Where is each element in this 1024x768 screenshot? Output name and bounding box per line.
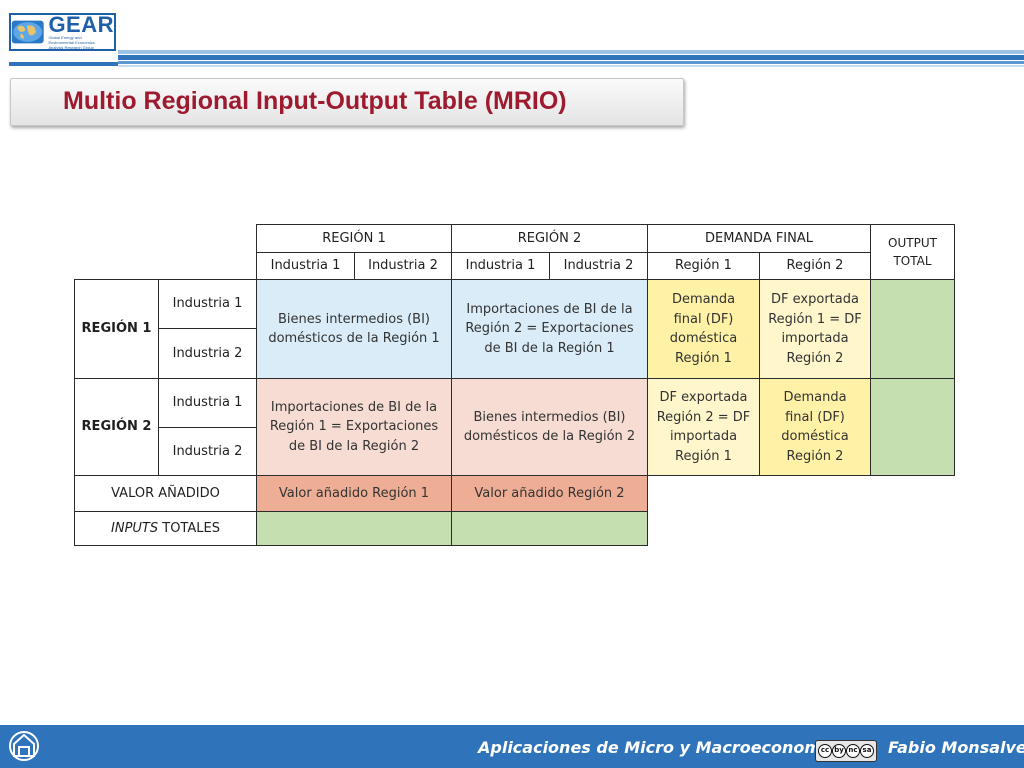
cell-inputs-total-r1 <box>256 511 452 546</box>
row-header-inputs-totales: INPUTS TOTALES <box>74 511 257 546</box>
cell-df-exported-r1: DF exportada Región 1 = DF importada Reg… <box>759 279 871 379</box>
row-header-region2: REGIÓN 2 <box>74 378 159 476</box>
inputs-label-italic: INPUTS <box>111 520 159 536</box>
globe-icon <box>11 20 44 44</box>
footer-course-name: Aplicaciones de Micro y Macroeconomía <box>478 738 838 757</box>
col-header-r1-industria-1: Industria 1 <box>256 252 355 280</box>
cell-output-total-r1 <box>870 279 955 379</box>
cell-inputs-total-r2 <box>451 511 648 546</box>
row-header-value-added: VALOR AÑADIDO <box>74 475 257 512</box>
cell-fd-domestic-r2: Demanda final (DF) doméstica Región 2 <box>759 378 871 476</box>
footer-author: Fabio Monsalve <box>888 738 1024 757</box>
cell-imports-from-r2: Importaciones de BI de la Región 2 = Exp… <box>451 279 648 379</box>
title-box: Multio Regional Input-Output Table (MRIO… <box>10 78 684 126</box>
row-header-region1: REGIÓN 1 <box>74 279 159 379</box>
col-header-r2-industria-2: Industria 2 <box>549 252 648 280</box>
page-title: Multio Regional Input-Output Table (MRIO… <box>63 87 567 115</box>
cell-bi-domestic-r1: Bienes intermedios (BI) domésticos de la… <box>256 279 452 379</box>
cell-df-exported-r2: DF exportada Región 2 = DF importada Reg… <box>647 378 760 476</box>
cc-icon: cc <box>818 744 832 758</box>
cell-imports-from-r1: Importaciones de BI de la Región 1 = Exp… <box>256 378 452 476</box>
col-header-r1-industria-2: Industria 2 <box>354 252 452 280</box>
cell-value-added-r1: Valor añadido Región 1 <box>256 475 452 512</box>
inputs-label-rest: TOTALES <box>158 520 220 536</box>
cc-by-icon: by <box>832 744 846 758</box>
university-emblem-icon <box>9 731 39 761</box>
header-stripes <box>118 50 1024 68</box>
row-header-r1-industria-2: Industria 2 <box>158 328 257 379</box>
col-header-r2-industria-1: Industria 1 <box>451 252 550 280</box>
header-stripe-left <box>9 62 118 66</box>
col-header-region2: REGIÓN 2 <box>451 224 648 253</box>
gear-logo: GEAR Global Energy and Environmental Eco… <box>9 13 116 51</box>
logo-wordmark: GEAR <box>48 11 114 37</box>
col-header-fd-region2: Región 2 <box>759 252 871 280</box>
cell-output-total-r2 <box>870 378 955 476</box>
cc-license-badge: cc by nc sa <box>815 740 877 762</box>
cell-bi-domestic-r2: Bienes intermedios (BI) domésticos de la… <box>451 378 648 476</box>
row-header-r2-industria-2: Industria 2 <box>158 427 257 476</box>
col-header-final-demand: DEMANDA FINAL <box>647 224 871 253</box>
row-header-r1-industria-1: Industria 1 <box>158 279 257 329</box>
col-header-output-total: OUTPUT TOTAL <box>870 224 955 280</box>
cell-fd-domestic-r1: Demanda final (DF) doméstica Región 1 <box>647 279 760 379</box>
cc-nc-icon: nc <box>846 744 860 758</box>
col-header-region1: REGIÓN 1 <box>256 224 452 253</box>
cc-sa-icon: sa <box>860 744 874 758</box>
row-header-r2-industria-1: Industria 1 <box>158 378 257 428</box>
cell-value-added-r2: Valor añadido Región 2 <box>451 475 648 512</box>
col-header-fd-region1: Región 1 <box>647 252 760 280</box>
logo-tagline: Global Energy and Environmental Economic… <box>48 34 95 50</box>
